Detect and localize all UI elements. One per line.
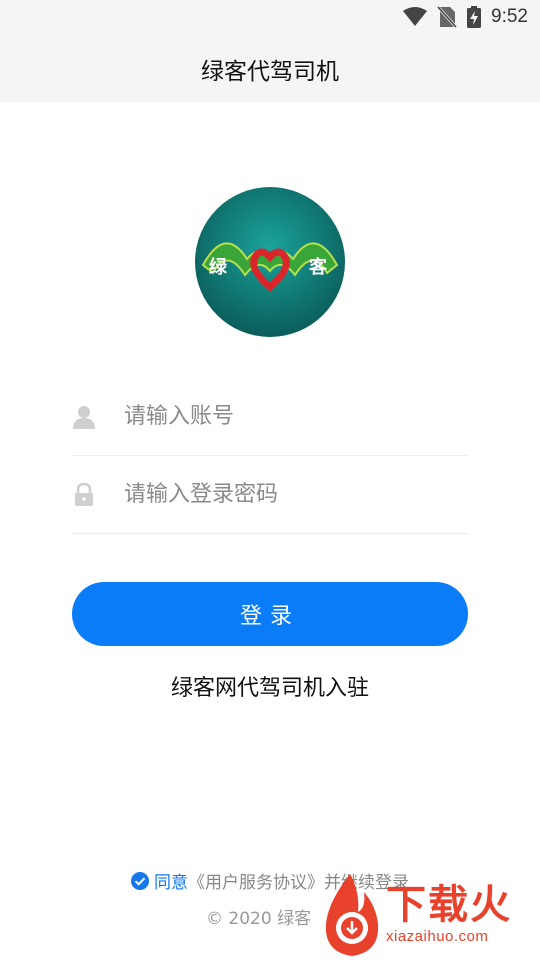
status-time: 9:52 [491, 6, 528, 27]
password-input[interactable] [124, 482, 444, 507]
app-logo: 绿 客 [195, 187, 345, 337]
password-field [72, 456, 468, 534]
watermark-site: xiazaihuo.com [386, 928, 489, 945]
driver-register-link[interactable]: 绿客网代驾司机入驻 [0, 670, 540, 702]
username-field [72, 378, 468, 456]
wifi-icon [403, 7, 428, 26]
page-title: 绿客代驾司机 [201, 59, 339, 85]
copyright-text: © 2020 绿客 [206, 909, 312, 929]
logo-right-char: 客 [309, 256, 328, 278]
battery-charging-icon [467, 6, 482, 28]
watermark-brand: 下载火 [386, 882, 512, 928]
status-icons: 9:52 [403, 6, 528, 28]
login-button[interactable]: 登录 [72, 582, 468, 646]
logo-left-char: 绿 [209, 256, 228, 278]
agreement-agree-text[interactable]: 同意 [154, 868, 188, 893]
user-icon [72, 405, 96, 429]
status-bar: 9:52 [0, 0, 540, 36]
watermark: 下载火 xiazaihuo.com [320, 868, 540, 960]
lock-icon [72, 482, 96, 507]
username-input[interactable] [124, 404, 444, 429]
no-sim-icon [437, 6, 458, 28]
user-service-agreement-link[interactable]: 《用户服务协议》 [188, 868, 324, 893]
agreement-checkbox-icon[interactable] [131, 871, 149, 890]
flame-icon [325, 874, 379, 956]
title-bar: 绿客代驾司机 [0, 36, 540, 102]
